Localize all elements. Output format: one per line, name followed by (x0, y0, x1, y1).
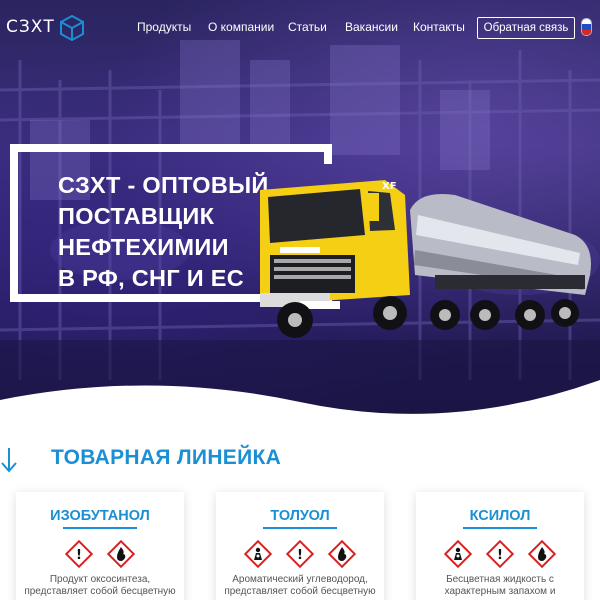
exclamation-hazard-icon: ! (486, 540, 514, 568)
product-card[interactable]: ИЗОБУТАНОЛ ! Продукт оксосинтеза, предст… (16, 492, 184, 600)
health-hazard-icon (444, 540, 472, 568)
product-card[interactable]: КСИЛОЛ ! Бесцветная жидкость с характерн… (416, 492, 584, 600)
product-description: Продукт оксосинтеза, представляет собой … (24, 574, 176, 600)
svg-text:!: ! (297, 548, 303, 563)
svg-text:!: ! (497, 548, 503, 563)
product-description: Бесцветная жидкость с характерным запахо… (444, 574, 556, 600)
health-hazard-icon (244, 540, 272, 568)
section-title: ТОВАРНАЯ ЛИНЕЙКА (51, 446, 282, 469)
product-card[interactable]: ТОЛУОЛ ! Ароматический углеводород, пред… (216, 492, 384, 600)
tanker-truck-image: XF (260, 180, 591, 338)
flame-hazard-icon (528, 540, 556, 568)
svg-text:XF: XF (382, 181, 397, 192)
nav-about[interactable]: О компании (208, 20, 274, 34)
hero-wave-divider (0, 380, 600, 420)
product-description: Ароматический углеводород, представляет … (224, 574, 376, 600)
title-underline (463, 527, 537, 529)
nav-vacancies[interactable]: Вакансии (345, 20, 398, 34)
svg-text:!: ! (76, 548, 82, 563)
flame-hazard-icon (328, 540, 356, 568)
frame-segment (324, 144, 332, 164)
nav-contacts[interactable]: Контакты (413, 20, 465, 34)
product-name: ТОЛУОЛ (270, 508, 330, 524)
hero-section: СЗХТ Продукты О компании Статьи Вакансии… (0, 0, 600, 420)
exclamation-hazard-icon: ! (65, 540, 93, 568)
company-logo[interactable]: СЗХТ (6, 12, 87, 42)
exclamation-hazard-icon: ! (286, 540, 314, 568)
language-flag-icon[interactable] (581, 18, 592, 36)
nav-articles[interactable]: Статьи (288, 20, 327, 34)
product-name: ИЗОБУТАНОЛ (50, 508, 150, 524)
product-name: КСИЛОЛ (469, 508, 531, 524)
feedback-button[interactable]: Обратная связь (477, 17, 575, 39)
logo-text: СЗХТ (6, 17, 55, 37)
title-underline (63, 527, 137, 529)
flame-hazard-icon (107, 540, 135, 568)
nav-products[interactable]: Продукты (137, 20, 191, 34)
cube-logo-icon (59, 14, 84, 42)
title-underline (263, 527, 337, 529)
top-navigation: СЗХТ Продукты О компании Статьи Вакансии… (0, 0, 600, 52)
arrow-down-icon (1, 448, 17, 473)
